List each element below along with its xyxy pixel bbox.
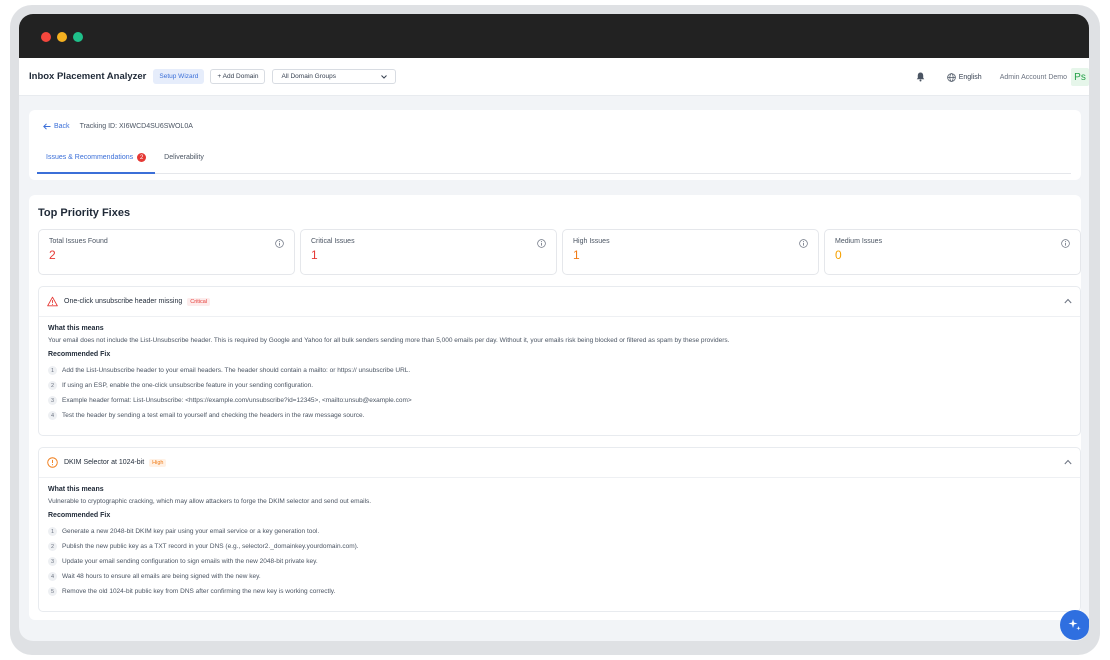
info-icon[interactable] xyxy=(275,239,284,248)
setup-wizard-button[interactable]: Setup Wizard xyxy=(153,69,205,84)
issue-description: Your email does not include the List-Uns… xyxy=(48,337,730,344)
step-number: 5 xyxy=(48,587,57,596)
app-title: Inbox Placement Analyzer xyxy=(29,71,147,82)
step-text: Generate a new 2048-bit DKIM key pair us… xyxy=(62,528,320,535)
step-number: 4 xyxy=(48,572,57,581)
tracking-card: Back Tracking ID: XI6WCD4SU6SWOL0A Issue… xyxy=(29,110,1081,180)
tab-issues-label: Issues & Recommendations xyxy=(46,154,134,161)
issue-card-dkim: DKIM Selector at 1024-bit High What this… xyxy=(38,447,1081,612)
step-text: Remove the old 1024-bit public key from … xyxy=(62,588,336,595)
step-number: 2 xyxy=(48,381,57,390)
step-text: Wait 48 hours to ensure all emails are b… xyxy=(62,573,261,580)
section-title: Top Priority Fixes xyxy=(38,207,131,219)
issues-count-badge: 2 xyxy=(137,153,147,162)
stat-total-issues: Total Issues Found 2 xyxy=(38,229,295,275)
close-window-dot[interactable] xyxy=(41,32,51,42)
step-text: Update your email sending configuration … xyxy=(62,558,318,565)
step-text: Add the List-Unsubscribe header to your … xyxy=(62,367,411,374)
chevron-up-icon[interactable] xyxy=(1064,459,1072,465)
priority-fixes-card: Top Priority Fixes Total Issues Found 2 … xyxy=(29,195,1081,620)
chevron-up-icon[interactable] xyxy=(1064,298,1072,304)
stat-medium-issues: Medium Issues 0 xyxy=(824,229,1081,275)
browser-window: Inbox Placement Analyzer Setup Wizard + … xyxy=(19,14,1089,641)
what-this-means-heading: What this means xyxy=(48,325,104,332)
step-text: Test the header by sending a test email … xyxy=(62,412,365,419)
step-number: 3 xyxy=(48,396,57,405)
arrow-left-icon xyxy=(43,123,51,130)
minimize-window-dot[interactable] xyxy=(57,32,67,42)
chevron-down-icon xyxy=(381,74,388,79)
info-icon[interactable] xyxy=(799,239,808,248)
fix-step: 3 Update your email sending configuration… xyxy=(48,554,1071,569)
tab-deliverability[interactable]: Deliverability xyxy=(155,148,213,174)
fix-step: 4 Test the header by sending a test email… xyxy=(48,408,1071,423)
account-name[interactable]: Admin Account Demo xyxy=(1000,74,1067,81)
language-selector[interactable]: English xyxy=(946,72,982,82)
maximize-window-dot[interactable] xyxy=(73,32,83,42)
step-number: 4 xyxy=(48,411,57,420)
step-number: 1 xyxy=(48,366,57,375)
stat-label: Total Issues Found xyxy=(49,238,108,245)
fix-step: 2 If using an ESP, enable the one-click u… xyxy=(48,378,1071,393)
info-icon[interactable] xyxy=(537,239,546,248)
stat-critical-issues: Critical Issues 1 xyxy=(300,229,557,275)
step-number: 2 xyxy=(48,542,57,551)
stat-value: 2 xyxy=(49,248,56,262)
add-domain-button[interactable]: + Add Domain xyxy=(210,69,266,84)
sparkle-icon xyxy=(1068,619,1081,631)
tab-deliverability-label: Deliverability xyxy=(164,154,204,161)
fix-step: 3 Example header format: List-Unsubscribe… xyxy=(48,393,1071,408)
fix-step: 1 Add the List-Unsubscribe header to your… xyxy=(48,363,1071,378)
recommended-fix-heading: Recommended Fix xyxy=(48,512,111,519)
recommended-fix-heading: Recommended Fix xyxy=(48,351,111,358)
domain-group-value: All Domain Groups xyxy=(281,73,336,80)
issue-header[interactable]: DKIM Selector at 1024-bit High xyxy=(39,448,1080,478)
stat-label: High Issues xyxy=(573,238,610,245)
step-number: 1 xyxy=(48,527,57,536)
stat-label: Critical Issues xyxy=(311,238,355,245)
stat-high-issues: High Issues 1 xyxy=(562,229,819,275)
fix-step: 2 Publish the new public key as a TXT rec… xyxy=(48,539,1071,554)
globe-icon xyxy=(946,72,956,82)
issue-body: What this means Vulnerable to cryptograp… xyxy=(39,478,1080,599)
alert-circle-icon xyxy=(47,457,58,468)
what-this-means-heading: What this means xyxy=(48,486,104,493)
domain-group-select[interactable]: All Domain Groups xyxy=(272,69,397,84)
fix-step: 1 Generate a new 2048-bit DKIM key pair u… xyxy=(48,524,1071,539)
issue-header[interactable]: One-click unsubscribe header missing Cri… xyxy=(39,287,1080,317)
avatar[interactable]: Ps xyxy=(1071,68,1089,86)
step-text: Example header format: List-Unsubscribe:… xyxy=(62,397,412,404)
tab-bar: Issues & Recommendations 2 Deliverabilit… xyxy=(37,148,1071,174)
warning-triangle-icon xyxy=(47,296,58,307)
fix-step: 4 Wait 48 hours to ensure all emails are … xyxy=(48,569,1071,584)
fix-step: 5 Remove the old 1024-bit public key from… xyxy=(48,584,1071,599)
issue-title: DKIM Selector at 1024-bit xyxy=(64,459,145,466)
info-icon[interactable] xyxy=(1061,239,1070,248)
stat-value: 0 xyxy=(835,248,842,262)
issue-body: What this means Your email does not incl… xyxy=(39,317,1080,423)
issue-description: Vulnerable to cryptographic cracking, wh… xyxy=(48,498,372,505)
issue-card-unsubscribe: One-click unsubscribe header missing Cri… xyxy=(38,286,1081,436)
tab-issues-recommendations[interactable]: Issues & Recommendations 2 xyxy=(37,148,156,174)
step-text: Publish the new public key as a TXT reco… xyxy=(62,543,359,550)
severity-badge: Critical xyxy=(187,297,211,306)
tracking-id: Tracking ID: XI6WCD4SU6SWOL0A xyxy=(79,123,193,130)
window-titlebar xyxy=(19,14,1089,58)
issue-title: One-click unsubscribe header missing xyxy=(64,298,183,305)
app-header: Inbox Placement Analyzer Setup Wizard + … xyxy=(19,58,1089,96)
back-link[interactable]: Back xyxy=(43,123,70,130)
stat-value: 1 xyxy=(311,248,318,262)
language-label: English xyxy=(958,73,982,81)
stat-value: 1 xyxy=(573,248,580,262)
stat-label: Medium Issues xyxy=(835,238,883,245)
back-label: Back xyxy=(54,123,70,130)
step-number: 3 xyxy=(48,557,57,566)
step-text: If using an ESP, enable the one-click un… xyxy=(62,382,314,389)
assistant-fab-button[interactable] xyxy=(1060,610,1089,640)
severity-badge: High xyxy=(149,458,167,467)
bell-icon[interactable] xyxy=(916,72,925,82)
